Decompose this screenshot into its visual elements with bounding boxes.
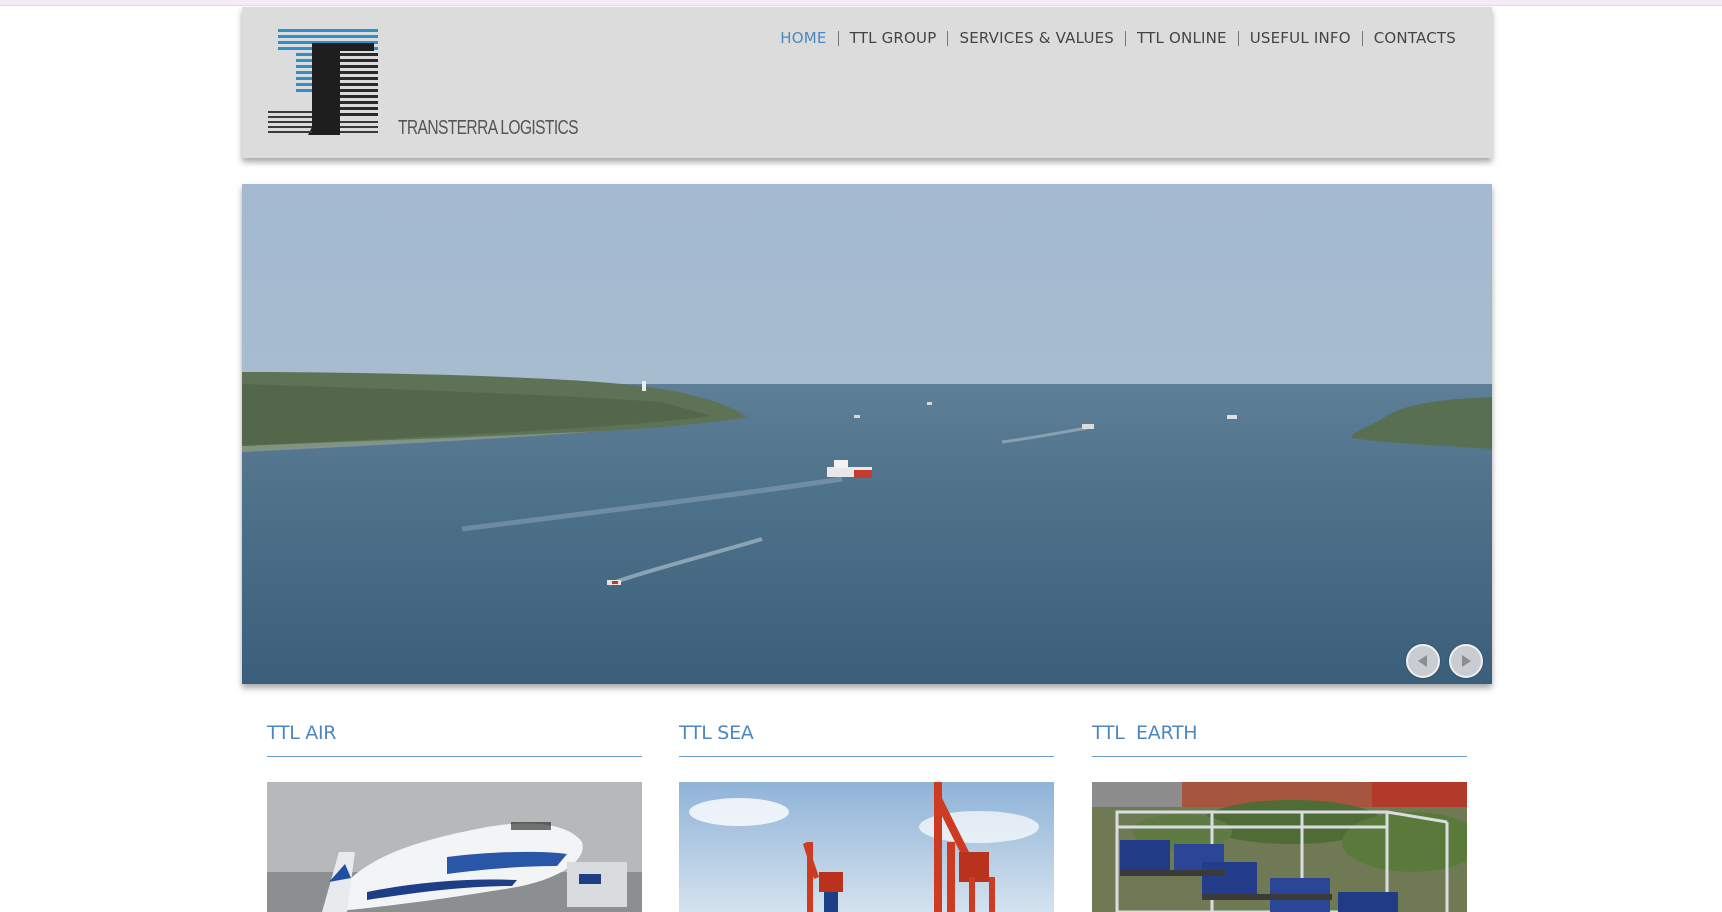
- hero-slider: [242, 184, 1492, 684]
- main-navigation: HOME TTL GROUP SERVICES & VALUES TTL ONL…: [769, 29, 1467, 47]
- arrow-left-icon: [1418, 655, 1427, 667]
- top-border: [0, 0, 1722, 6]
- site-header: TRANSTERRA LOGISTICS HOME TTL GROUP SERV…: [242, 7, 1492, 158]
- slider-prev-button[interactable]: [1406, 644, 1440, 678]
- section-ttl-sea: TTL SEA: [679, 722, 1054, 912]
- nav-contacts[interactable]: CONTACTS: [1363, 29, 1467, 47]
- freight-train-photo[interactable]: [1092, 782, 1467, 912]
- nav-useful-info[interactable]: USEFUL INFO: [1239, 29, 1362, 47]
- nav-ttl-group[interactable]: TTL GROUP: [839, 29, 948, 47]
- section-ttl-earth: TTL EARTH: [1092, 722, 1467, 912]
- nav-ttl-online[interactable]: TTL ONLINE: [1126, 29, 1238, 47]
- section-title[interactable]: TTL SEA: [679, 722, 1054, 757]
- section-ttl-air: TTL AIR: [267, 722, 642, 912]
- logo-wordmark: TRANSTERRA LOGISTICS: [398, 117, 579, 139]
- nav-services-values[interactable]: SERVICES & VALUES: [948, 29, 1125, 47]
- section-title[interactable]: TTL EARTH: [1092, 722, 1467, 757]
- slider-next-button[interactable]: [1449, 644, 1483, 678]
- port-cranes-photo[interactable]: [679, 782, 1054, 912]
- bosphorus-sea-photo: [242, 184, 1492, 684]
- arrow-right-icon: [1462, 655, 1471, 667]
- airplane-photo[interactable]: [267, 782, 642, 912]
- nav-home[interactable]: HOME: [769, 29, 837, 47]
- company-logo[interactable]: TRANSTERRA LOGISTICS: [268, 27, 579, 145]
- section-title[interactable]: TTL AIR: [267, 722, 642, 757]
